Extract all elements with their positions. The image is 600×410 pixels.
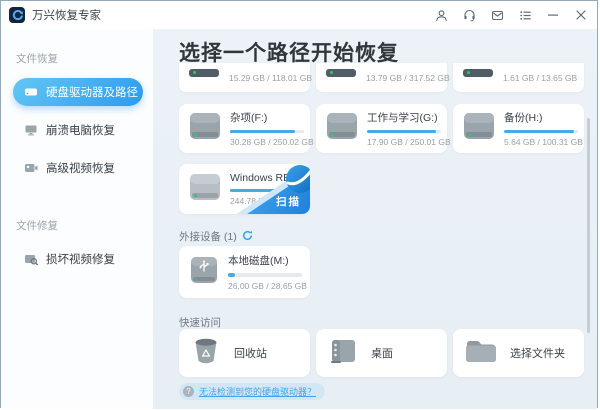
- drive-icon: [326, 69, 356, 77]
- desktop-icon: [328, 336, 358, 371]
- drive-capacity: 5.64 GB / 100.31 GB: [504, 137, 574, 147]
- capacity-bar: [228, 273, 302, 277]
- recycle-bin-icon: [191, 336, 221, 371]
- usb-drive-icon: [189, 255, 219, 290]
- drive-card-f[interactable]: 杂项(F:) 30.28 GB / 250.02 GB: [179, 104, 310, 153]
- capacity-bar: [367, 130, 441, 134]
- drive-card-partial[interactable]: 13.79 GB / 317.52 GB: [316, 63, 447, 92]
- drive-capacity: 1.61 GB / 13.65 GB: [503, 73, 577, 83]
- drive-name: 备份(H:): [504, 110, 574, 125]
- drive-icon: [326, 112, 358, 145]
- quick-access-desktop[interactable]: 桌面: [316, 329, 447, 377]
- drive-capacity: 26.00 GB / 28.65 GB: [228, 281, 300, 291]
- capacity-bar: [230, 189, 304, 193]
- drive-name: 工作与学习(G:): [367, 110, 437, 125]
- drive-card-partial[interactable]: 1.61 GB / 13.65 GB: [453, 63, 584, 92]
- drive-icon: [189, 173, 221, 206]
- support-icon[interactable]: [459, 5, 479, 25]
- drive-icon: [463, 69, 493, 77]
- question-icon: ?: [183, 386, 194, 397]
- drive-card-h[interactable]: 备份(H:) 5.64 GB / 100.31 GB: [453, 104, 584, 153]
- vertical-scrollbar[interactable]: [587, 118, 590, 333]
- capacity-bar: [504, 130, 578, 134]
- cannot-detect-drive-tip: ? 无法检测到您的硬盘驱动器？: [179, 383, 325, 400]
- sidebar-item-label: 损坏视频修复: [46, 251, 115, 267]
- cannot-detect-drive-link[interactable]: 无法检测到您的硬盘驱动器？: [199, 385, 316, 398]
- quick-access-label: 回收站: [234, 345, 267, 361]
- drive-card-m-usb[interactable]: 本地磁盘(M:) 26.00 GB / 28.65 GB: [179, 246, 310, 298]
- titlebar: 万兴恢复专家: [1, 1, 597, 29]
- sidebar-item-advanced-video[interactable]: 高级视频恢复: [13, 154, 143, 182]
- sidebar-item-label: 崩溃电脑恢复: [46, 122, 115, 138]
- app-logo-icon: [9, 7, 25, 23]
- quick-access-recycle-bin[interactable]: 回收站: [179, 329, 310, 377]
- sidebar: 文件恢复 硬盘驱动器及路径 崩溃电脑恢复 高级视频恢复 文件: [1, 29, 153, 409]
- quick-access-label: 选择文件夹: [510, 345, 565, 361]
- sidebar-item-drives-and-paths[interactable]: 硬盘驱动器及路径: [13, 78, 143, 106]
- capacity-bar: [230, 130, 304, 134]
- sidebar-item-label: 硬盘驱动器及路径: [46, 84, 138, 100]
- drive-card-g[interactable]: 工作与学习(G:) 17.90 GB / 250.01 GB: [316, 104, 447, 153]
- drive-name: 杂项(F:): [230, 110, 300, 125]
- drive-card-partial[interactable]: 15.29 GB / 118.01 GB: [179, 63, 310, 92]
- drive-icon: [189, 112, 221, 145]
- quick-access-label: 快速访问: [179, 315, 221, 330]
- sidebar-section-file-repair: 文件修复: [16, 218, 153, 233]
- external-devices-header: 外接设备 (1): [179, 229, 253, 244]
- drive-capacity: 15.29 GB / 118.01 GB: [229, 73, 312, 83]
- account-icon[interactable]: [431, 5, 451, 25]
- drive-capacity: 17.90 GB / 250.01 GB: [367, 137, 437, 147]
- video-repair-icon: [23, 253, 38, 266]
- menu-icon[interactable]: [515, 5, 535, 25]
- external-devices-label: 外接设备 (1): [179, 229, 237, 244]
- sidebar-item-corrupted-video-repair[interactable]: 损坏视频修复: [13, 245, 143, 273]
- feedback-icon[interactable]: [487, 5, 507, 25]
- drive-icon: [463, 112, 495, 145]
- sidebar-item-crashed-computer[interactable]: 崩溃电脑恢复: [13, 116, 143, 144]
- quick-access-select-folder[interactable]: 选择文件夹: [453, 329, 584, 377]
- drive-capacity: 244.78 MB / 9: [230, 196, 300, 206]
- quick-access-label: 桌面: [371, 345, 393, 361]
- computer-icon: [23, 124, 38, 137]
- refresh-icon[interactable]: [242, 230, 253, 244]
- drive-capacity: 30.28 GB / 250.02 GB: [230, 137, 300, 147]
- app-title: 万兴恢复专家: [32, 7, 431, 23]
- quick-access-header: 快速访问: [179, 315, 221, 330]
- video-icon: [23, 162, 38, 175]
- drive-icon: [23, 86, 38, 99]
- minimize-button[interactable]: [543, 5, 563, 25]
- app-window: 万兴恢复专家 文件恢复: [0, 0, 598, 408]
- drive-name: Windows RE to: [230, 172, 300, 184]
- sidebar-item-label: 高级视频恢复: [46, 160, 115, 176]
- main-content: 选择一个路径开始恢复 15.29 GB / 118.01 GB 13.79 GB…: [153, 29, 597, 409]
- drive-icon: [189, 69, 219, 77]
- drive-capacity: 13.79 GB / 317.52 GB: [366, 73, 450, 83]
- folder-icon: [465, 337, 497, 370]
- close-button[interactable]: [571, 5, 591, 25]
- drive-card-windows-re[interactable]: Windows RE to 244.78 MB / 9 扫描: [179, 164, 310, 214]
- drive-name: 本地磁盘(M:): [228, 253, 300, 268]
- sidebar-section-file-recovery: 文件恢复: [16, 51, 153, 66]
